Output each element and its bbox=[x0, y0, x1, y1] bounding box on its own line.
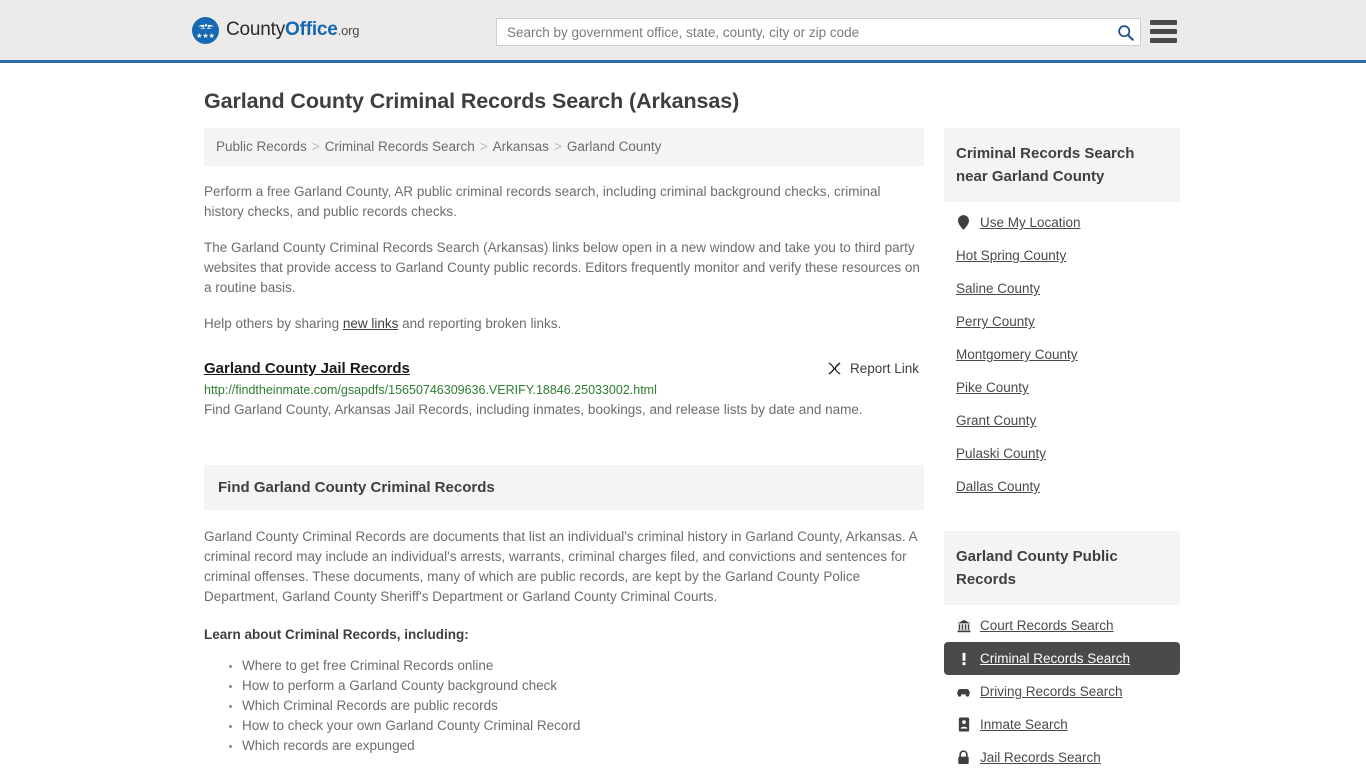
report-link-button[interactable]: Report Link bbox=[827, 360, 919, 376]
find-records-section-header: Find Garland County Criminal Records bbox=[204, 465, 924, 510]
record-link-block: Garland County Jail Records Report Link … bbox=[204, 360, 924, 420]
sidebar-item-saline-county[interactable]: Saline County bbox=[944, 272, 1180, 305]
intro-paragraph-1: Perform a free Garland County, AR public… bbox=[204, 184, 881, 219]
courthouse-icon bbox=[956, 618, 971, 633]
list-item: How to perform a Garland County backgrou… bbox=[242, 676, 924, 696]
sidebar-item-label: Court Records Search bbox=[980, 618, 1114, 633]
sidebar-item-label: Inmate Search bbox=[980, 717, 1068, 732]
site-header: ★★★ CountyOffice.org bbox=[0, 0, 1366, 63]
sidebar-item-label: Perry County bbox=[956, 314, 1035, 329]
breadcrumb-item-public-records[interactable]: Public Records bbox=[216, 139, 307, 154]
record-url[interactable]: http://findtheinmate.com/gsapdfs/1565074… bbox=[204, 383, 924, 397]
breadcrumb-item-criminal-records-search[interactable]: Criminal Records Search bbox=[325, 139, 475, 154]
sidebar-item-criminal-records-search[interactable]: Criminal Records Search bbox=[944, 642, 1180, 675]
breadcrumb-item-arkansas[interactable]: Arkansas bbox=[493, 139, 549, 154]
breadcrumb-separator: > bbox=[479, 139, 488, 154]
sidebar-item-inmate-search[interactable]: Inmate Search bbox=[944, 708, 1180, 741]
list-item: How to check your own Garland County Cri… bbox=[242, 716, 924, 736]
hamburger-bar bbox=[1150, 29, 1177, 34]
list-item: Where to get free Criminal Records onlin… bbox=[242, 656, 924, 676]
broken-link-icon bbox=[828, 362, 841, 375]
hamburger-menu-icon[interactable] bbox=[1150, 20, 1177, 43]
sidebar-item-label: Grant County bbox=[956, 413, 1037, 428]
sidebar-item-label: Driving Records Search bbox=[980, 684, 1123, 699]
exclamation-icon bbox=[956, 651, 971, 666]
lock-icon bbox=[956, 750, 971, 765]
eagle-seal-icon: ★★★ bbox=[192, 16, 219, 44]
brand-office-text: Office bbox=[285, 19, 338, 40]
map-pin-icon bbox=[956, 215, 971, 230]
sidebar: Criminal Records Search near Garland Cou… bbox=[944, 128, 1180, 768]
sidebar-item-hot-spring-county[interactable]: Hot Spring County bbox=[944, 239, 1180, 272]
search-input[interactable] bbox=[496, 18, 1141, 46]
sidebar-item-label: Montgomery County bbox=[956, 347, 1078, 362]
site-logo[interactable]: ★★★ CountyOffice.org bbox=[192, 16, 359, 44]
public-records-panel-header: Garland County Public Records bbox=[944, 531, 1180, 605]
search-button[interactable] bbox=[1113, 21, 1137, 43]
breadcrumb-separator: > bbox=[311, 139, 320, 154]
car-icon bbox=[956, 684, 971, 699]
hamburger-bar bbox=[1150, 38, 1177, 43]
nearby-panel-header: Criminal Records Search near Garland Cou… bbox=[944, 128, 1180, 202]
learn-about-heading: Learn about Criminal Records, including: bbox=[204, 627, 469, 642]
sidebar-item-pulaski-county[interactable]: Pulaski County bbox=[944, 437, 1180, 470]
three-stars-icon: ★★★ bbox=[196, 32, 215, 40]
breadcrumb-item-garland-county[interactable]: Garland County bbox=[567, 139, 662, 154]
sidebar-item-use-my-location[interactable]: Use My Location bbox=[944, 206, 1180, 239]
record-header-row: Garland County Jail Records Report Link bbox=[204, 360, 924, 377]
sidebar-item-dallas-county[interactable]: Dallas County bbox=[944, 470, 1180, 503]
id-badge-icon bbox=[956, 717, 971, 732]
brand-county-text: County bbox=[226, 19, 286, 40]
sidebar-item-label: Saline County bbox=[956, 281, 1041, 296]
nearby-county-list: Use My Location Hot Spring County Saline… bbox=[944, 206, 1180, 503]
search-bar bbox=[496, 18, 1141, 46]
page-container: Garland County Criminal Records Search (… bbox=[0, 89, 1366, 768]
jail-records-link[interactable]: Garland County Jail Records bbox=[204, 360, 410, 377]
record-description: Find Garland County, Arkansas Jail Recor… bbox=[204, 402, 863, 417]
sidebar-item-jail-records-search[interactable]: Jail Records Search bbox=[944, 741, 1180, 768]
hamburger-bar bbox=[1150, 20, 1177, 25]
page-title: Garland County Criminal Records Search (… bbox=[204, 89, 740, 113]
find-records-body: Garland County Criminal Records are docu… bbox=[204, 529, 917, 604]
share-text-after: and reporting broken links. bbox=[398, 316, 562, 331]
sidebar-item-label: Pulaski County bbox=[956, 446, 1047, 461]
main-column: Public Records > Criminal Records Search > A… bbox=[204, 128, 924, 768]
sidebar-item-pike-county[interactable]: Pike County bbox=[944, 371, 1180, 404]
new-links-link[interactable]: new links bbox=[343, 316, 399, 331]
brand-wordmark: CountyOffice.org bbox=[226, 19, 359, 41]
sidebar-item-montgomery-county[interactable]: Montgomery County bbox=[944, 338, 1180, 371]
report-link-label: Report Link bbox=[849, 361, 919, 376]
nearby-panel-heading: Criminal Records Search near Garland Cou… bbox=[956, 145, 1135, 185]
sidebar-item-label: Use My Location bbox=[980, 215, 1081, 230]
sidebar-item-driving-records-search[interactable]: Driving Records Search bbox=[944, 675, 1180, 708]
sidebar-item-grant-county[interactable]: Grant County bbox=[944, 404, 1180, 437]
share-text-before: Help others by sharing bbox=[204, 316, 343, 331]
sidebar-item-label: Criminal Records Search bbox=[980, 651, 1131, 666]
brand-tld-text: .org bbox=[337, 23, 360, 38]
find-records-heading: Find Garland County Criminal Records bbox=[218, 479, 495, 496]
sidebar-item-label: Dallas County bbox=[956, 479, 1041, 494]
sidebar-item-label: Hot Spring County bbox=[956, 248, 1067, 263]
intro-paragraph-2: The Garland County Criminal Records Sear… bbox=[204, 240, 920, 295]
breadcrumb-separator: > bbox=[553, 139, 562, 154]
search-icon bbox=[1117, 24, 1134, 41]
public-records-list: Court Records Search Criminal Records Se… bbox=[944, 609, 1180, 768]
sidebar-item-label: Jail Records Search bbox=[980, 750, 1101, 765]
public-records-panel-heading: Garland County Public Records bbox=[956, 548, 1118, 588]
sidebar-item-perry-county[interactable]: Perry County bbox=[944, 305, 1180, 338]
sidebar-item-label: Pike County bbox=[956, 380, 1029, 395]
sidebar-item-court-records-search[interactable]: Court Records Search bbox=[944, 609, 1180, 642]
list-item: Which Criminal Records are public record… bbox=[242, 696, 924, 716]
breadcrumb: Public Records > Criminal Records Search > A… bbox=[204, 128, 924, 166]
intro-paragraph-3: Help others by sharing new links and rep… bbox=[204, 314, 924, 334]
learn-about-list: Where to get free Criminal Records onlin… bbox=[204, 656, 924, 756]
content-columns: Public Records > Criminal Records Search > A… bbox=[204, 128, 1366, 768]
list-item: Which records are expunged bbox=[242, 736, 924, 756]
